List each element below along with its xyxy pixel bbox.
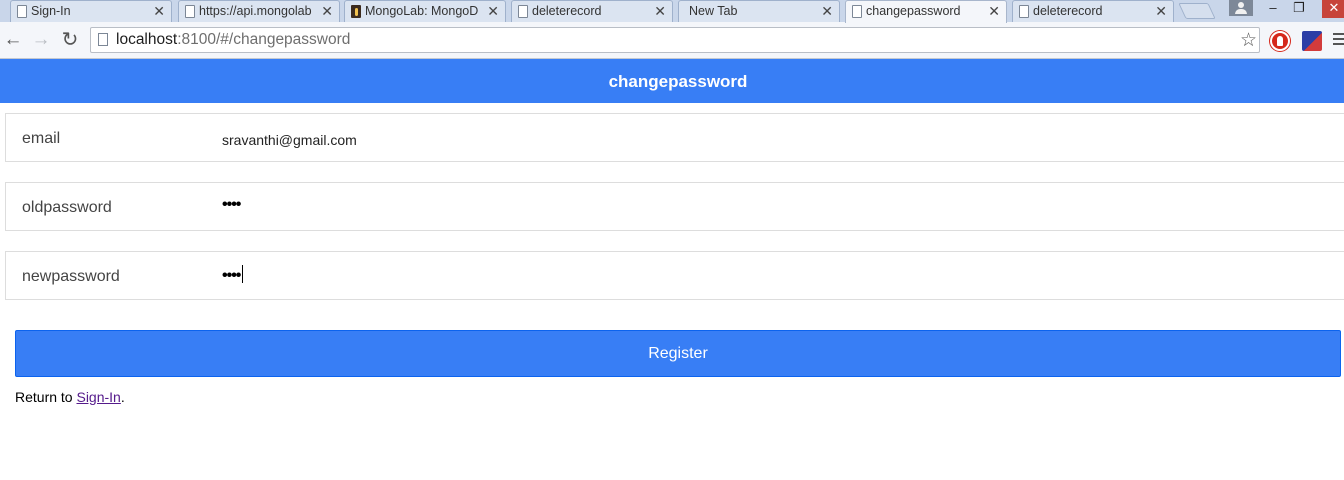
page-title: changepassword [608,72,748,91]
page-icon [185,5,195,18]
email-field[interactable]: email sravanthi@gmail.com [5,113,1344,162]
register-button[interactable]: Register [15,330,1341,377]
email-input[interactable]: sravanthi@gmail.com [222,132,357,148]
tab-mongolab-api[interactable]: https://api.mongolab ✕ [178,0,340,22]
page-icon [1019,5,1029,18]
close-icon[interactable]: ✕ [1155,3,1167,19]
back-arrow-icon[interactable]: ← [2,29,24,51]
page-icon [852,5,862,18]
oldpassword-input[interactable]: •••• [222,196,241,214]
email-label: email [22,130,61,147]
address-url[interactable]: localhost:8100/#/changepassword [116,31,350,49]
tab-mongolab[interactable]: MongoLab: MongoD ✕ [344,0,506,22]
address-bar[interactable]: localhost:8100/#/changepassword ☆ [90,27,1260,53]
browser-toolbar: ← → ↻ localhost:8100/#/changepassword ☆ [0,22,1344,59]
reload-icon[interactable]: ↻ [59,29,81,51]
tab-deleterecord-2[interactable]: deleterecord ✕ [1012,0,1174,22]
extension-icon[interactable] [1302,31,1322,51]
text-caret [242,265,244,283]
adblock-extension-icon[interactable] [1270,31,1290,51]
tab-title: https://api.mongolab [199,4,312,18]
tab-new-tab[interactable]: New Tab ✕ [678,0,840,22]
tab-title: deleterecord [1033,4,1103,18]
tab-changepassword[interactable]: changepassword ✕ [845,0,1007,23]
close-icon[interactable]: ✕ [487,3,499,19]
newpassword-label: newpassword [22,268,120,285]
oldpassword-field[interactable]: oldpassword •••• [5,182,1344,231]
newpassword-value: •••• [222,267,241,284]
page-icon [98,33,108,46]
close-icon[interactable]: ✕ [654,3,666,19]
tab-title: deleterecord [532,4,602,18]
page-icon [518,5,528,18]
return-suffix: . [120,389,125,405]
user-profile-icon[interactable] [1229,0,1253,16]
tab-sign-in[interactable]: Sign-In ✕ [10,0,172,22]
app-header-bar: changepassword [0,59,1344,103]
chrome-menu-icon[interactable] [1333,33,1344,47]
return-to-signin-text: Return to Sign-In. [15,389,125,405]
url-host: localhost [116,31,178,48]
mongolab-icon [351,5,361,18]
bookmark-star-icon[interactable]: ☆ [1240,29,1257,52]
tab-title: Sign-In [31,4,71,18]
restore-icon[interactable]: ❐ [1288,0,1310,18]
forward-arrow-icon[interactable]: → [30,29,52,51]
new-tab-button[interactable] [1178,3,1216,19]
close-icon[interactable]: ✕ [988,3,1000,19]
page-icon [17,5,27,18]
tab-deleterecord[interactable]: deleterecord ✕ [511,0,673,22]
browser-tab-strip: Sign-In ✕ https://api.mongolab ✕ MongoLa… [0,0,1344,23]
url-path: :8100/#/changepassword [177,31,351,48]
minimize-icon[interactable]: ‒ [1262,0,1284,18]
window-close-icon[interactable]: ✕ [1322,0,1344,18]
tab-title: New Tab [689,4,738,18]
close-icon[interactable]: ✕ [321,3,333,19]
oldpassword-label: oldpassword [22,199,112,216]
return-prefix: Return to [15,389,77,405]
close-icon[interactable]: ✕ [821,3,833,19]
newpassword-input[interactable]: •••• [222,265,244,285]
tab-title: MongoLab: MongoD [365,4,479,18]
sign-in-link[interactable]: Sign-In [76,389,120,405]
tab-title: changepassword [866,4,961,18]
newpassword-field[interactable]: newpassword •••• [5,251,1344,300]
close-icon[interactable]: ✕ [153,3,165,19]
